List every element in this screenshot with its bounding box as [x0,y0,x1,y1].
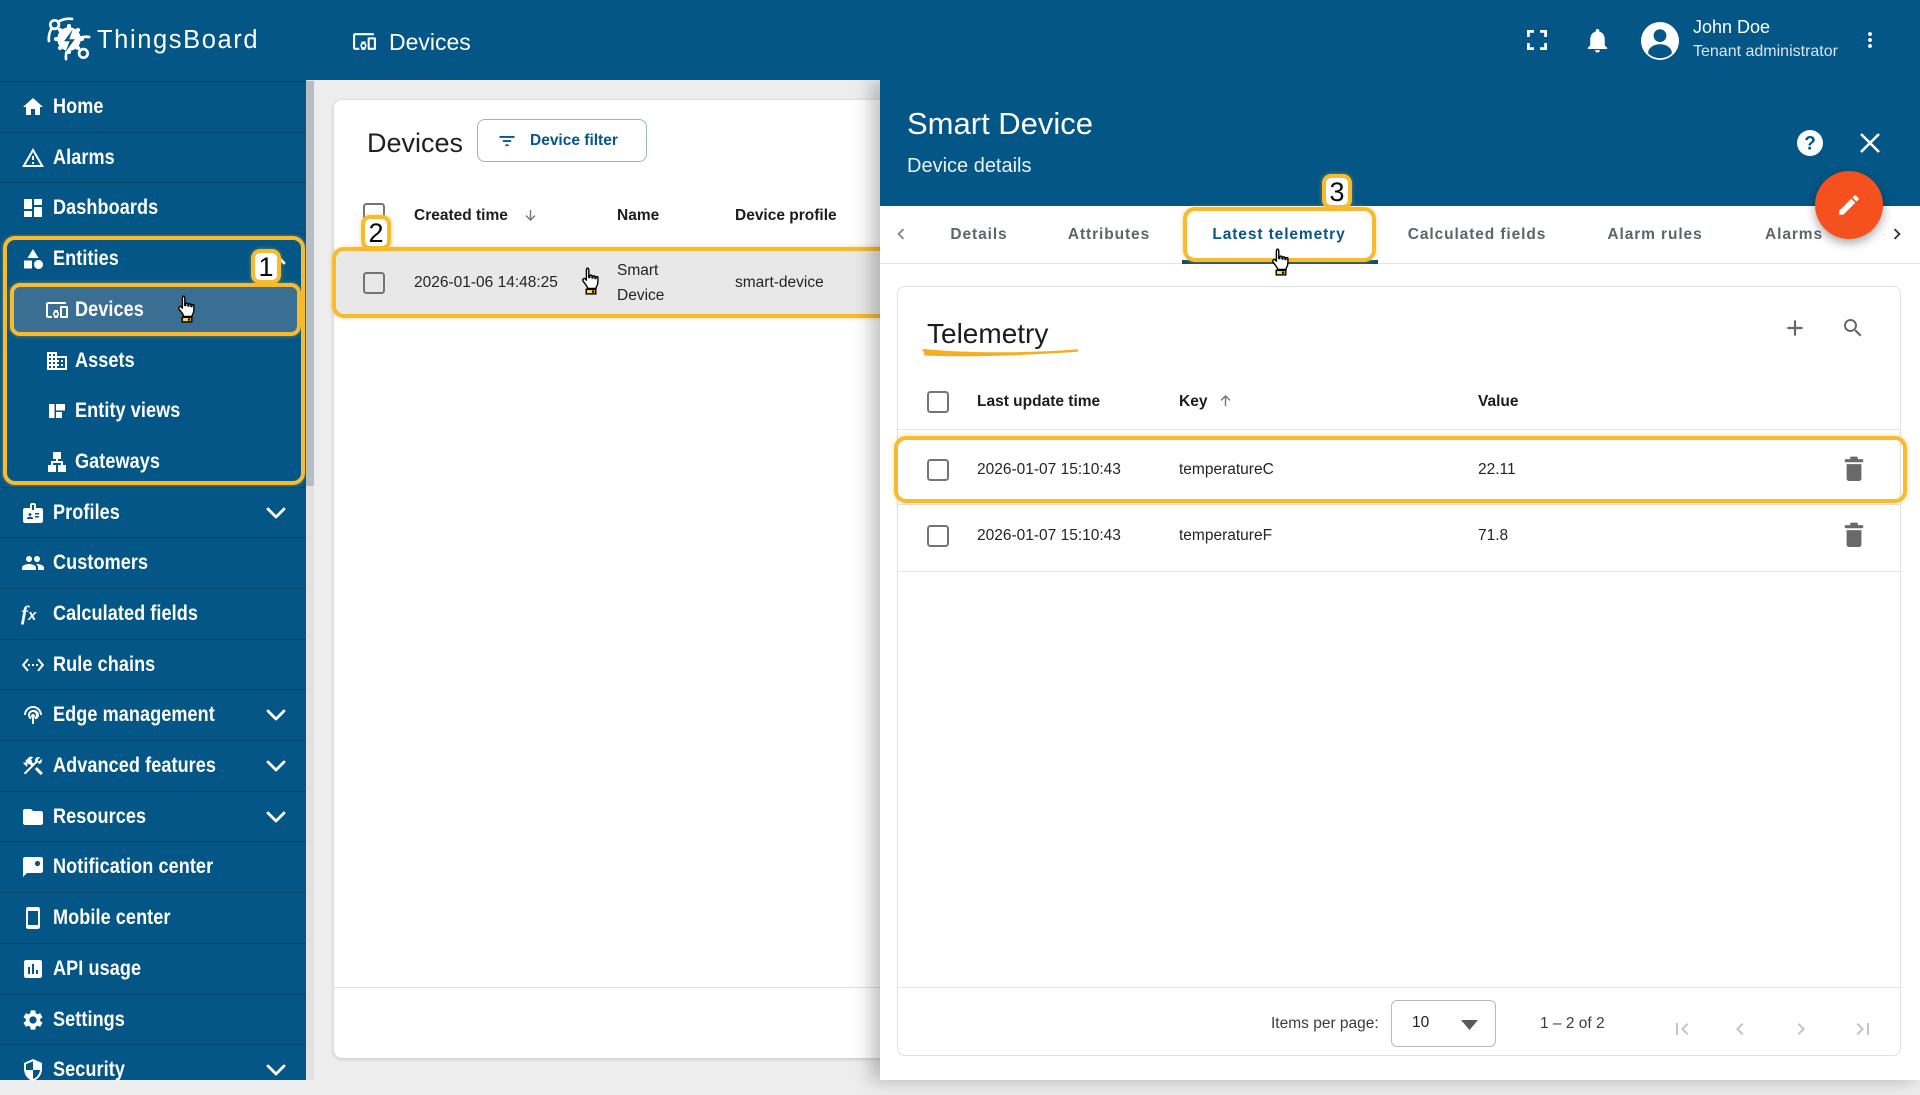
svg-text:?: ? [1804,134,1816,155]
